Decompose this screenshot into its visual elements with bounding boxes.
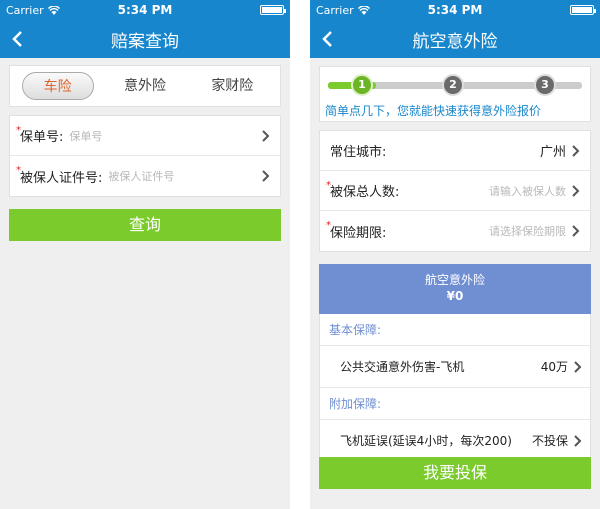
buy-insurance-button[interactable]: 我要投保 — [319, 457, 591, 489]
required-mark: * — [16, 165, 21, 176]
nav-bar: 航空意外险 — [310, 20, 600, 58]
field-label: 保险期限: — [330, 225, 387, 241]
right-screen: Carrier 5:34 PM 航空意外险 1 2 3 简单点几下，您就能快速获… — [310, 0, 600, 509]
required-mark: * — [16, 125, 21, 136]
quote-price: ¥0 — [446, 289, 464, 303]
policy-number-field[interactable]: * 保单号: 保单号 — [10, 116, 280, 156]
claim-query-form: * 保单号: 保单号 * 被保人证件号: 被保人证件号 — [9, 115, 281, 197]
field-label: 保单号: — [20, 130, 64, 145]
chevron-right-icon — [262, 129, 270, 142]
basic-coverage-header: 基本保障: — [320, 314, 590, 346]
page-title: 航空意外险 — [412, 31, 498, 52]
step-2: 2 — [442, 74, 464, 96]
quote-form: 常住城市: 广州 * 被保总人数: 请输入被保人数 * 保险期限: 请选择保险期… — [319, 130, 591, 252]
extra-coverage-item[interactable]: 飞机延误(延误4小时，每次200) 不投保 — [320, 420, 590, 462]
city-value: 广州 — [539, 145, 566, 160]
required-mark: * — [326, 180, 331, 191]
insured-id-input[interactable]: 被保人证件号 — [108, 168, 174, 184]
step-3: 3 — [534, 74, 556, 96]
step-progress: 1 2 3 简单点几下，您就能快速获得意外险报价 — [319, 66, 591, 122]
insured-count-field[interactable]: * 被保总人数: 请输入被保人数 — [320, 171, 590, 211]
city-field[interactable]: 常住城市: 广州 — [320, 131, 590, 171]
tab-home-insurance[interactable]: 家财险 — [196, 72, 268, 100]
field-label: 常住城市: — [330, 145, 387, 160]
coverage-label: 公共交通意外伤害-飞机 — [340, 360, 465, 374]
battery-icon — [260, 5, 286, 15]
chevron-right-icon — [572, 184, 580, 197]
product-name: 航空意外险 — [424, 273, 485, 287]
chevron-right-icon — [574, 434, 582, 447]
status-bar: Carrier 5:34 PM — [310, 0, 600, 20]
left-screen: Carrier 5:34 PM 赔案查询 车险 意外险 家财险 * 保单号: 保… — [0, 0, 290, 509]
insurance-period-select[interactable]: 请选择保险期限 — [489, 223, 566, 239]
coverage-value: 不投保 — [531, 434, 568, 448]
chevron-left-icon — [322, 31, 332, 47]
clock: 5:34 PM — [427, 3, 483, 17]
basic-coverage-item[interactable]: 公共交通意外伤害-飞机 40万 — [320, 346, 590, 388]
field-label: 被保总人数: — [330, 185, 400, 200]
coverage-value: 40万 — [540, 360, 568, 374]
coverage-label: 飞机延误(延误4小时，每次200) — [340, 434, 512, 448]
chevron-right-icon — [262, 170, 270, 182]
field-label: 被保人证件号: — [20, 170, 103, 186]
chevron-right-icon — [572, 144, 580, 157]
extra-coverage-header: 附加保障: — [320, 388, 590, 420]
step-hint: 简单点几下，您就能快速获得意外险报价 — [325, 104, 542, 118]
tab-car-insurance[interactable]: 车险 — [21, 72, 94, 100]
clock: 5:34 PM — [117, 3, 173, 17]
screen-gap — [290, 0, 310, 509]
quote-summary: 航空意外险 ¥0 — [319, 264, 591, 314]
step-1: 1 — [351, 74, 373, 96]
insured-id-field[interactable]: * 被保人证件号: 被保人证件号 — [10, 156, 280, 196]
query-button[interactable]: 查询 — [9, 209, 281, 241]
status-bar: Carrier 5:34 PM — [0, 0, 290, 20]
insurance-type-tabs: 车险 意外险 家财险 — [9, 65, 281, 107]
insured-count-input[interactable]: 请输入被保人数 — [489, 183, 566, 199]
insurance-period-field[interactable]: * 保险期限: 请选择保险期限 — [320, 211, 590, 251]
required-mark: * — [326, 220, 331, 231]
chevron-right-icon — [572, 225, 580, 237]
battery-icon — [570, 5, 596, 15]
policy-number-input[interactable]: 保单号 — [69, 128, 102, 144]
coverage-list: 基本保障: 公共交通意外伤害-飞机 40万 附加保障: 飞机延误(延误4小时，每… — [319, 314, 591, 463]
nav-bar: 赔案查询 — [0, 20, 290, 58]
tab-accident-insurance[interactable]: 意外险 — [109, 72, 181, 100]
chevron-right-icon — [574, 360, 582, 373]
page-title: 赔案查询 — [111, 31, 179, 52]
back-button[interactable] — [318, 29, 338, 49]
back-button[interactable] — [8, 29, 28, 49]
chevron-left-icon — [12, 31, 22, 47]
